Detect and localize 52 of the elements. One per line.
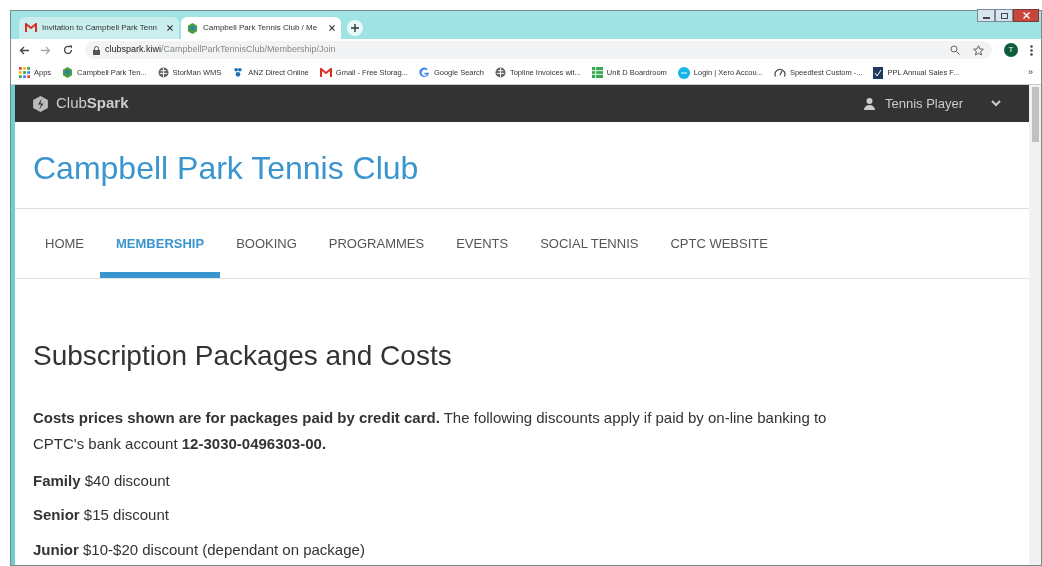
nav-tab[interactable]: CPTC WEBSITE <box>654 209 784 278</box>
tab-title: Campbell Park Tennis Club / Me <box>203 22 319 34</box>
back-icon[interactable] <box>19 45 29 55</box>
maximize-button[interactable] <box>995 9 1013 22</box>
scrollbar[interactable] <box>1029 85 1041 565</box>
table-icon <box>591 67 603 78</box>
browser-tab[interactable]: Campbell Park Tennis Club / Me <box>181 17 341 39</box>
user-menu[interactable]: Tennis Player <box>884 93 963 114</box>
nav-tab[interactable]: HOME <box>29 209 100 278</box>
mail-icon <box>25 23 37 33</box>
globe-icon <box>157 67 169 78</box>
close-window-button[interactable] <box>1013 9 1039 22</box>
browser-tab[interactable]: Invitation to Campbell Park Tenn <box>19 17 179 39</box>
paragraph: Costs prices shown are for packages paid by credit card. The following discounts apply if paid by on-line banking to CPTC's bank account 12-3030-0496303-00. <box>33 408 828 455</box>
chevron-down-icon[interactable] <box>991 100 1001 107</box>
brand-logo[interactable]: ClubSpark <box>56 92 129 115</box>
user-icon <box>863 97 875 110</box>
hexagon-icon <box>62 67 74 78</box>
document-icon <box>873 66 884 79</box>
hexagon-icon <box>187 22 198 34</box>
globe-icon <box>494 67 506 78</box>
new-tab-button[interactable] <box>347 20 363 36</box>
section-heading: Subscription Packages and Costs <box>33 339 453 373</box>
google-icon <box>418 67 430 78</box>
gauge-icon <box>773 67 786 78</box>
nav-tab[interactable]: PROGRAMMES <box>312 209 441 278</box>
close-icon[interactable] <box>167 25 173 31</box>
nav-tab[interactable]: EVENTS <box>440 209 525 278</box>
address-bar[interactable]: clubspark.kiwi/CampbellParkTennisClub/Membership/Join <box>85 41 992 59</box>
tab-title: Invitation to Campbell Park Tenn <box>42 22 159 34</box>
paragraph: Junior $10-$20 discount (dependant on package) <box>33 539 366 560</box>
close-icon[interactable] <box>329 25 335 31</box>
plus-icon <box>351 24 359 32</box>
lock-icon <box>93 45 100 55</box>
cloud-icon <box>677 66 690 79</box>
url-text: clubspark.kiwi/CampbellParkTennisClub/Membership/Join <box>105 43 337 57</box>
people-icon <box>232 67 245 78</box>
star-icon[interactable] <box>973 44 984 56</box>
paragraph: Senior $15 discount <box>33 505 170 525</box>
reload-icon[interactable] <box>63 45 73 55</box>
nav-tab[interactable]: BOOKING <box>220 209 313 278</box>
menu-icon[interactable] <box>1030 44 1033 56</box>
profile-avatar[interactable]: T <box>1004 43 1018 57</box>
mail-icon <box>319 67 332 78</box>
more-bookmarks[interactable]: » <box>1028 65 1033 80</box>
zoom-icon[interactable] <box>950 45 960 55</box>
bolt-icon <box>33 95 48 112</box>
minimize-button[interactable] <box>977 9 995 22</box>
apps-icon <box>19 67 30 78</box>
paragraph: Family $40 discount <box>33 470 171 491</box>
club-title: Campbell Park Tennis Club <box>33 149 419 188</box>
nav-tab[interactable]: SOCIAL TENNIS <box>524 209 655 278</box>
